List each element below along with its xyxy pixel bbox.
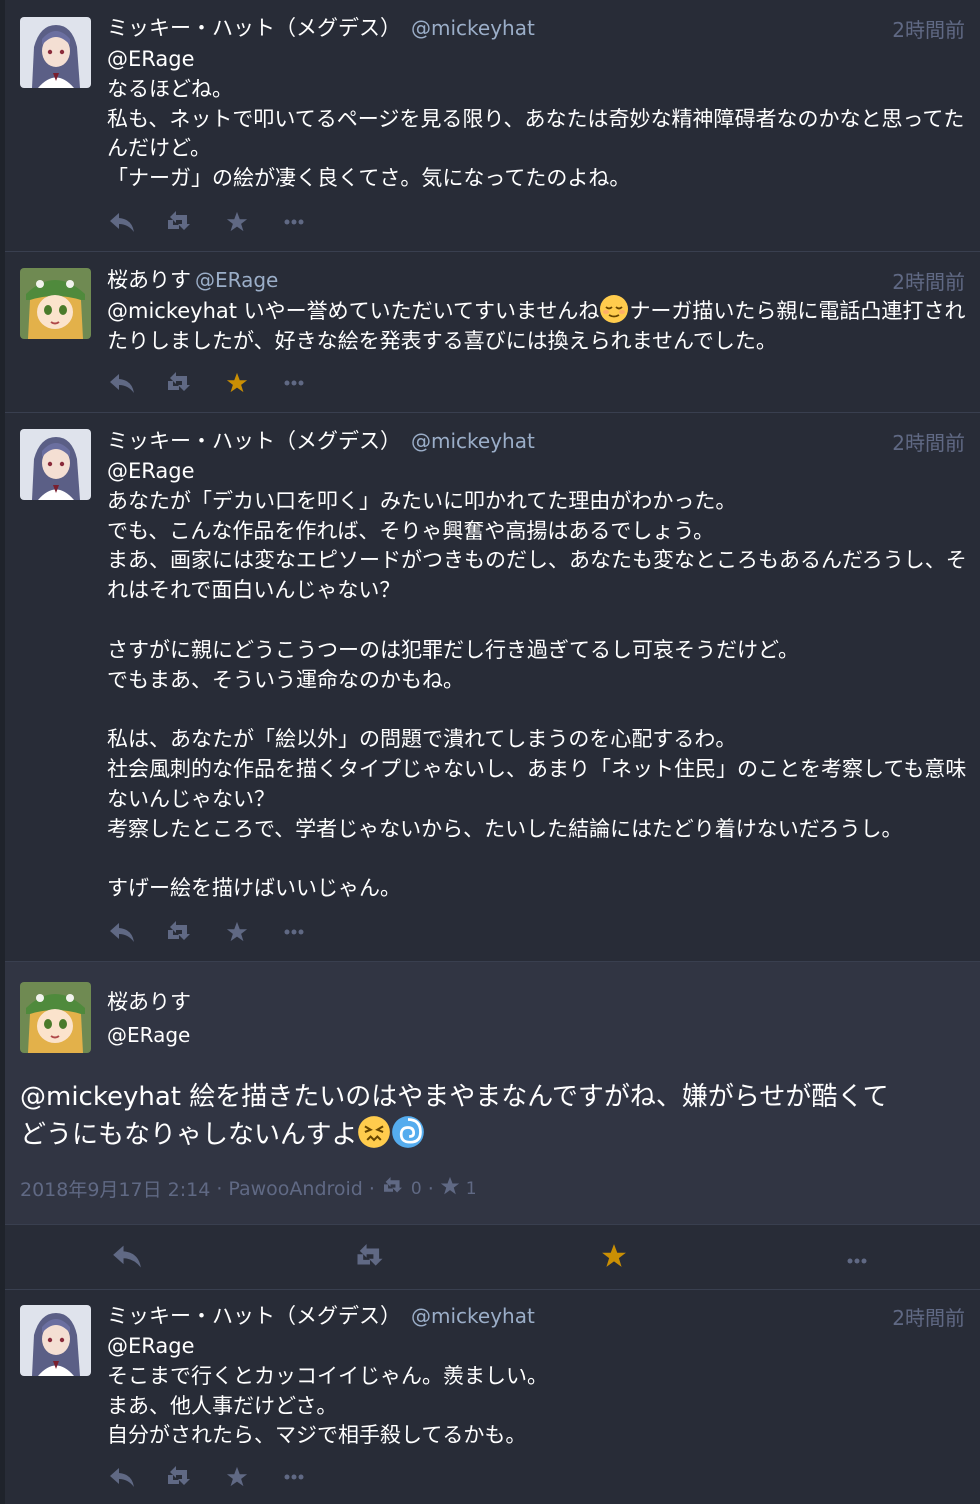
account-handle[interactable]: @ERage <box>195 268 278 292</box>
status-meta: 2018年9月17日 2:14 · PawooAndroid · 0 · 1 <box>20 1175 477 1202</box>
favourites-count[interactable]: 1 <box>466 1179 477 1199</box>
favourite-button-active[interactable] <box>599 1243 629 1273</box>
display-name[interactable]: ミッキー・ハット（メグデス） <box>107 1304 401 1328</box>
star-icon <box>226 1466 248 1488</box>
timeline-column: ミッキー・ハット（メグデス） @mickeyhat 2時間前 @ERage なるほ… <box>5 0 980 1504</box>
more-button[interactable] <box>279 368 309 398</box>
display-name[interactable]: 桜ありす <box>107 986 191 1016</box>
status-content: @mickeyhat 絵を描きたいのはやまやまなんですがね、嫌がらせが酷くて ど… <box>20 1079 960 1153</box>
status-header: ミッキー・ハット（メグデス） @mickeyhat <box>107 12 535 42</box>
confounded-face-emoji <box>357 1115 391 1149</box>
status-text-line: どうにもなりゃしないんすよ <box>20 1120 358 1150</box>
relieved-face-emoji <box>599 294 629 324</box>
boost-button[interactable] <box>164 368 194 398</box>
more-icon <box>284 219 304 225</box>
boost-button[interactable] <box>164 917 194 947</box>
reply-button[interactable] <box>107 1462 137 1492</box>
account-handle[interactable]: @ERage <box>107 1023 190 1047</box>
avatar-mickeyhat[interactable] <box>20 1305 91 1376</box>
favourite-button-active[interactable] <box>222 368 252 398</box>
meta-separator: · <box>427 1177 434 1200</box>
boost-icon <box>165 211 193 233</box>
more-button[interactable] <box>279 1462 309 1492</box>
avatar-erage[interactable] <box>20 982 91 1053</box>
status-header: ミッキー・ハット（メグデス） @mickeyhat <box>107 425 535 455</box>
display-name[interactable]: ミッキー・ハット（メグデス） <box>107 429 401 453</box>
boost-icon <box>165 1466 193 1488</box>
reply-icon <box>109 372 135 394</box>
avatar-erage[interactable] <box>20 268 91 339</box>
more-icon <box>284 380 304 386</box>
status-content: @ERage あなたが「デカい口を叩く」みたいに叩かれてた理由がわかった。 でも… <box>107 459 967 901</box>
reply-icon <box>112 1243 142 1273</box>
reply-button[interactable] <box>107 207 137 237</box>
relative-time[interactable]: 2時間前 <box>892 266 965 295</box>
star-icon <box>601 1243 627 1273</box>
favourite-button[interactable] <box>222 1462 252 1492</box>
status-text-part: @mickeyhat いやー誉めていただいてすいませんね <box>107 299 600 323</box>
status-header: ミッキー・ハット（メグデス） @mickeyhat <box>107 1300 535 1330</box>
star-icon <box>226 211 248 233</box>
boost-icon <box>354 1243 386 1273</box>
boost-icon <box>381 1177 405 1200</box>
avatar-mickeyhat[interactable] <box>20 17 91 88</box>
meta-separator: · <box>368 1177 375 1200</box>
status-item[interactable]: ミッキー・ハット（メグデス） @mickeyhat 2時間前 @ERage そこま… <box>5 1290 980 1504</box>
relative-time[interactable]: 2時間前 <box>892 427 965 456</box>
reply-icon <box>109 1466 135 1488</box>
display-name[interactable]: ミッキー・ハット（メグデス） <box>107 16 401 40</box>
detailed-status: 桜ありす @ERage @mickeyhat 絵を描きたいのはやまやまなんですが… <box>5 962 980 1225</box>
boost-button[interactable] <box>164 207 194 237</box>
boost-icon <box>165 372 193 394</box>
status-text-line: @mickeyhat 絵を描きたいのはやまやまなんですがね、嫌がらせが酷くて <box>20 1082 889 1112</box>
status-item[interactable]: ミッキー・ハット（メグデス） @mickeyhat 2時間前 @ERage あなた… <box>5 413 980 962</box>
reply-button[interactable] <box>107 917 137 947</box>
reply-icon <box>109 921 135 943</box>
cyclone-emoji <box>391 1115 425 1149</box>
status-content: @mickeyhat いやー誉めていただいてすいませんね ナーガ描いたら親に電話凸… <box>107 294 967 357</box>
boost-icon <box>165 921 193 943</box>
status-content: @ERage そこまで行くとカッコイイじゃん。羨ましい。 まあ、他人事だけどさ。… <box>107 1334 548 1448</box>
favourite-button[interactable] <box>222 207 252 237</box>
status-content: @ERage なるほどね。 私も、ネットで叩いてるページを見る限り、あなたは奇妙… <box>107 47 965 191</box>
detailed-action-bar <box>5 1224 980 1290</box>
star-icon <box>226 921 248 943</box>
favourite-button[interactable] <box>222 917 252 947</box>
more-icon <box>284 1474 304 1480</box>
status-datetime[interactable]: 2018年9月17日 2:14 <box>20 1175 210 1202</box>
more-button[interactable] <box>279 207 309 237</box>
star-icon <box>440 1176 460 1201</box>
application-name[interactable]: PawooAndroid <box>228 1178 363 1200</box>
more-icon <box>846 1249 868 1268</box>
boost-button[interactable] <box>164 1462 194 1492</box>
reblogs-count[interactable]: 0 <box>411 1179 422 1199</box>
reply-button[interactable] <box>112 1243 142 1273</box>
relative-time[interactable]: 2時間前 <box>892 14 965 43</box>
star-icon <box>226 372 248 394</box>
reply-icon <box>109 211 135 233</box>
more-button[interactable] <box>279 917 309 947</box>
status-header: 桜ありす @ERage <box>107 264 278 294</box>
display-name[interactable]: 桜ありす <box>107 268 191 292</box>
relative-time[interactable]: 2時間前 <box>892 1302 965 1331</box>
more-icon <box>284 929 304 935</box>
account-handle[interactable]: @mickeyhat <box>411 16 535 40</box>
reply-button[interactable] <box>107 368 137 398</box>
avatar-mickeyhat[interactable] <box>20 429 91 500</box>
more-button[interactable] <box>842 1243 872 1273</box>
account-handle[interactable]: @mickeyhat <box>411 1304 535 1328</box>
status-item[interactable]: ミッキー・ハット（メグデス） @mickeyhat 2時間前 @ERage なるほ… <box>5 0 980 252</box>
status-item[interactable]: 桜ありす @ERage 2時間前 @mickeyhat いやー誉めていただいてすい… <box>5 252 980 413</box>
account-handle[interactable]: @mickeyhat <box>411 429 535 453</box>
boost-button[interactable] <box>355 1243 385 1273</box>
meta-separator: · <box>216 1177 223 1200</box>
